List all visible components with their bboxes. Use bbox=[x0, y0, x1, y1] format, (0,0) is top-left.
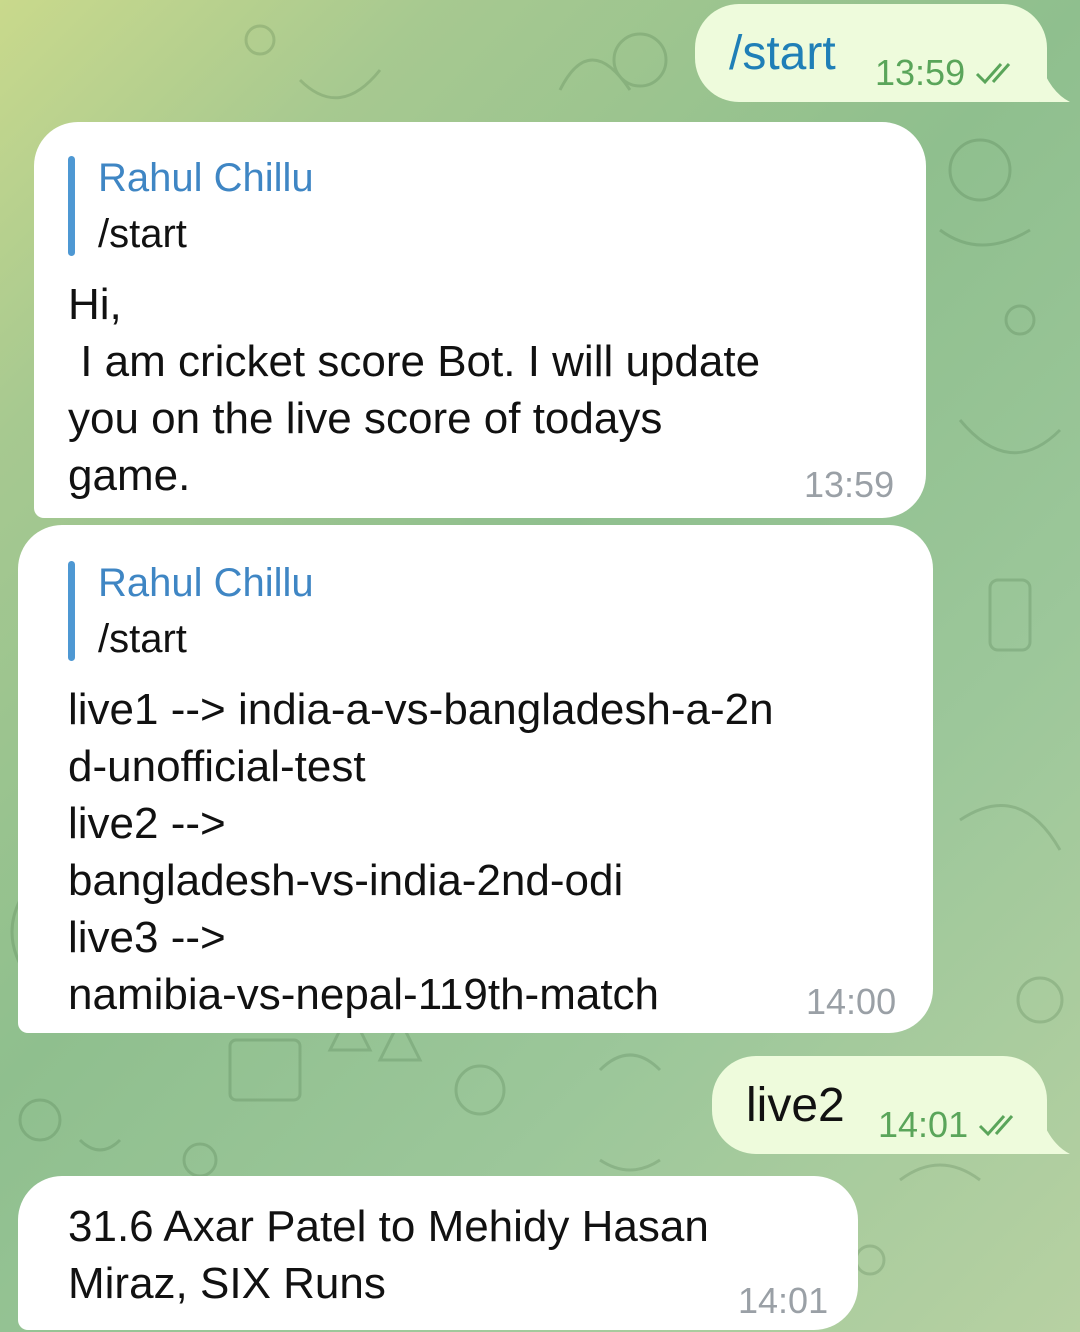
message-text: live1 --> india-a-vs-bangladesh-a-2n d-u… bbox=[68, 685, 774, 1019]
message-time: 14:01 bbox=[738, 1280, 829, 1321]
message-time: 13:59 bbox=[804, 464, 895, 505]
reply-quote[interactable]: Rahul Chillu /start bbox=[68, 555, 899, 667]
bubble-tail bbox=[1040, 1114, 1070, 1154]
message-time: 14:01 bbox=[878, 1104, 969, 1145]
incoming-message-live-list[interactable]: Rahul Chillu /start live1 --> india-a-vs… bbox=[18, 525, 933, 1033]
bubble-tail bbox=[1040, 62, 1070, 102]
message-text: Hi, I am cricket score Bot. I will updat… bbox=[68, 280, 761, 500]
outgoing-message-live2[interactable]: live2 14:01 bbox=[712, 1056, 1047, 1154]
message-meta: 13:59 bbox=[875, 52, 1019, 94]
reply-sender-name: Rahul Chillu bbox=[98, 561, 314, 605]
message-time: 13:59 bbox=[875, 52, 966, 93]
reply-quote[interactable]: Rahul Chillu /start bbox=[68, 150, 892, 262]
reply-quoted-text: /start bbox=[98, 617, 187, 661]
message-text: 31.6 Axar Patel to Mehidy Hasan Miraz, S… bbox=[68, 1202, 709, 1308]
message-time: 14:00 bbox=[806, 981, 897, 1022]
message-text: live2 bbox=[746, 1079, 845, 1132]
reply-sender-name: Rahul Chillu bbox=[98, 156, 314, 200]
double-check-icon bbox=[979, 1115, 1014, 1137]
outgoing-message-start[interactable]: /start 13:59 bbox=[695, 4, 1047, 102]
double-check-icon bbox=[976, 63, 1011, 85]
reply-quoted-text: /start bbox=[98, 212, 187, 256]
incoming-message-score-update[interactable]: 31.6 Axar Patel to Mehidy Hasan Miraz, S… bbox=[18, 1176, 858, 1330]
message-text: /start bbox=[729, 27, 836, 80]
incoming-message-welcome[interactable]: Rahul Chillu /start Hi, I am cricket sco… bbox=[34, 122, 926, 518]
message-meta: 14:01 bbox=[878, 1104, 1022, 1146]
